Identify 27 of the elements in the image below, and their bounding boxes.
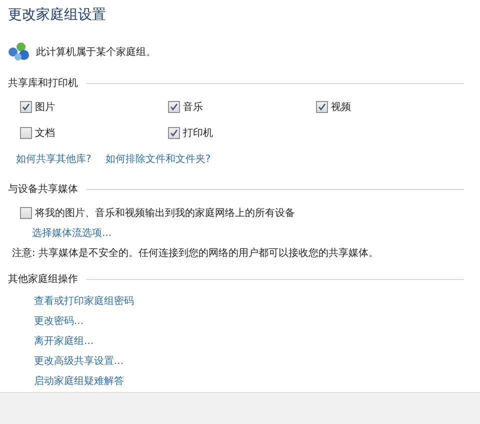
checkbox-label[interactable]: 音乐: [183, 100, 203, 114]
checkbox-label[interactable]: 文档: [35, 126, 55, 140]
checkbox[interactable]: [316, 101, 328, 113]
checkbox[interactable]: [20, 127, 32, 139]
checkbox-label[interactable]: 视频: [331, 100, 351, 114]
checkbox[interactable]: [20, 207, 32, 219]
section-heading: 共享库和打印机: [8, 76, 78, 90]
status-text: 此计算机属于某个家庭组。: [36, 46, 156, 59]
action-link[interactable]: 更改高级共享设置...: [34, 354, 124, 368]
action-link[interactable]: 更改密码...: [34, 314, 84, 328]
checkbox[interactable]: [20, 101, 32, 113]
checkbox[interactable]: [168, 127, 180, 139]
help-link[interactable]: 如何共享其他库?: [16, 152, 92, 166]
checkbox-label[interactable]: 图片: [35, 100, 55, 114]
section-heading: 其他家庭组操作: [8, 272, 78, 286]
checkbox-label[interactable]: 打印机: [183, 126, 213, 140]
media-options-link[interactable]: 选择媒体流选项...: [32, 228, 112, 239]
help-link[interactable]: 如何排除文件和文件夹?: [105, 152, 211, 166]
section-heading: 与设备共享媒体: [8, 182, 78, 196]
page-title: 更改家庭组设置: [8, 6, 107, 24]
action-link[interactable]: 启动家庭组疑难解答: [34, 374, 124, 388]
action-link[interactable]: 查看或打印家庭组密码: [34, 294, 134, 308]
checkbox[interactable]: [168, 101, 180, 113]
checkbox-label[interactable]: 将我的图片、音乐和视频输出到我的家庭网络上的所有设备: [35, 206, 295, 220]
note-text: 注意: 共享媒体是不安全的。任何连接到您的网络的用户都可以接收您的共享媒体。: [12, 246, 380, 260]
action-link[interactable]: 离开家庭组...: [34, 334, 94, 348]
homegroup-icon: [8, 42, 30, 62]
